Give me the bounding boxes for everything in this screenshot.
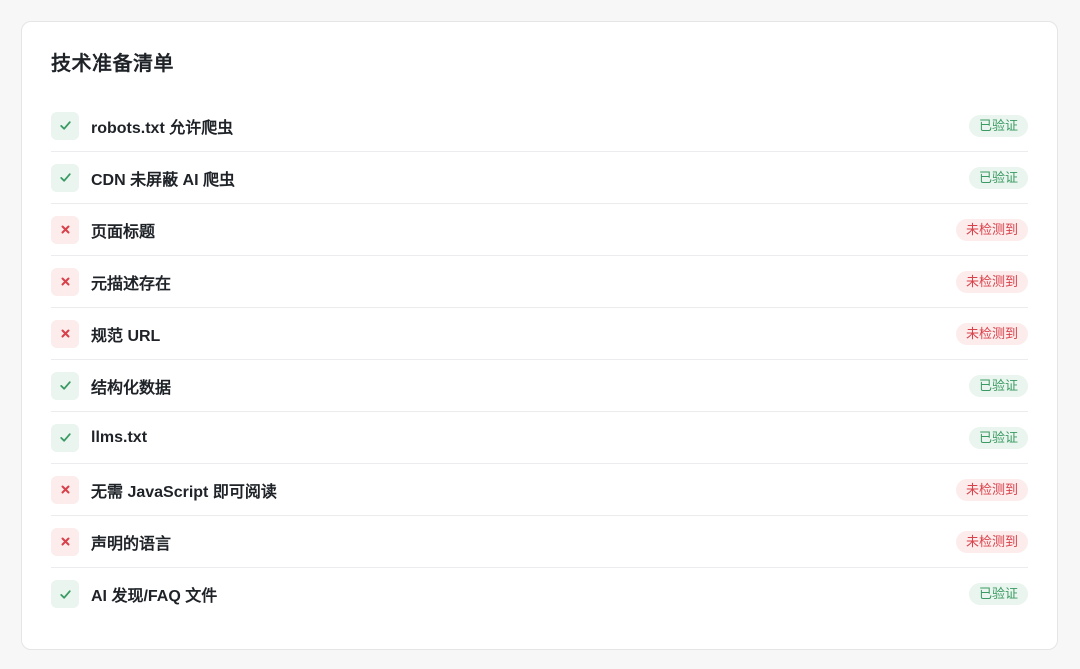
checklist-item-label: 声明的语言: [91, 535, 172, 553]
checklist-row: 结构化数据 已验证: [51, 360, 1028, 412]
checklist-item-label: 页面标题: [91, 223, 156, 241]
checklist-row: CDN 未屏蔽 AI 爬虫 已验证: [51, 152, 1028, 204]
checklist-item-label: 元描述存在: [91, 275, 172, 293]
checklist-row: robots.txt 允许爬虫 已验证: [51, 100, 1028, 152]
status-badge: 未检测到: [955, 218, 1028, 241]
readiness-card: 技术准备清单 robots.txt 允许爬虫 已验证 CDN 未屏蔽 AI 爬虫…: [21, 21, 1058, 650]
status-badge: 已验证: [968, 114, 1028, 137]
checklist-row: AI 发现/FAQ 文件 已验证: [51, 568, 1028, 620]
check-icon: [51, 371, 79, 400]
checklist: robots.txt 允许爬虫 已验证 CDN 未屏蔽 AI 爬虫 已验证 页面…: [51, 100, 1028, 620]
status-badge: 未检测到: [955, 270, 1028, 293]
cross-icon: [51, 319, 79, 348]
checklist-item-label: 无需 JavaScript 即可阅读: [91, 483, 277, 501]
cross-icon: [51, 267, 79, 296]
checklist-row: llms.txt 已验证: [51, 412, 1028, 464]
status-badge: 已验证: [968, 583, 1028, 605]
cross-icon: [51, 215, 79, 244]
cross-icon: [51, 527, 79, 556]
status-badge: 已验证: [968, 374, 1028, 397]
checklist-row: 声明的语言 未检测到: [51, 516, 1028, 568]
checklist-item-label: AI 发现/FAQ 文件: [91, 588, 218, 605]
status-badge: 未检测到: [955, 322, 1028, 345]
check-icon: [51, 580, 79, 608]
status-badge: 未检测到: [955, 478, 1028, 501]
cross-icon: [51, 475, 79, 504]
checklist-row: 元描述存在 未检测到: [51, 256, 1028, 308]
check-icon: [51, 163, 79, 192]
check-icon: [51, 111, 79, 140]
checklist-item-label: CDN 未屏蔽 AI 爬虫: [91, 171, 236, 189]
checklist-row: 页面标题 未检测到: [51, 204, 1028, 256]
checklist-row: 无需 JavaScript 即可阅读 未检测到: [51, 464, 1028, 516]
status-badge: 已验证: [968, 426, 1028, 449]
checklist-item-label: llms.txt: [91, 428, 148, 446]
check-icon: [51, 423, 79, 452]
status-badge: 已验证: [968, 166, 1028, 189]
checklist-item-label: 规范 URL: [91, 327, 161, 345]
card-title: 技术准备清单: [51, 53, 174, 75]
checklist-item-label: 结构化数据: [91, 379, 172, 397]
checklist-item-label: robots.txt 允许爬虫: [91, 119, 234, 137]
status-badge: 未检测到: [955, 530, 1028, 553]
checklist-row: 规范 URL 未检测到: [51, 308, 1028, 360]
